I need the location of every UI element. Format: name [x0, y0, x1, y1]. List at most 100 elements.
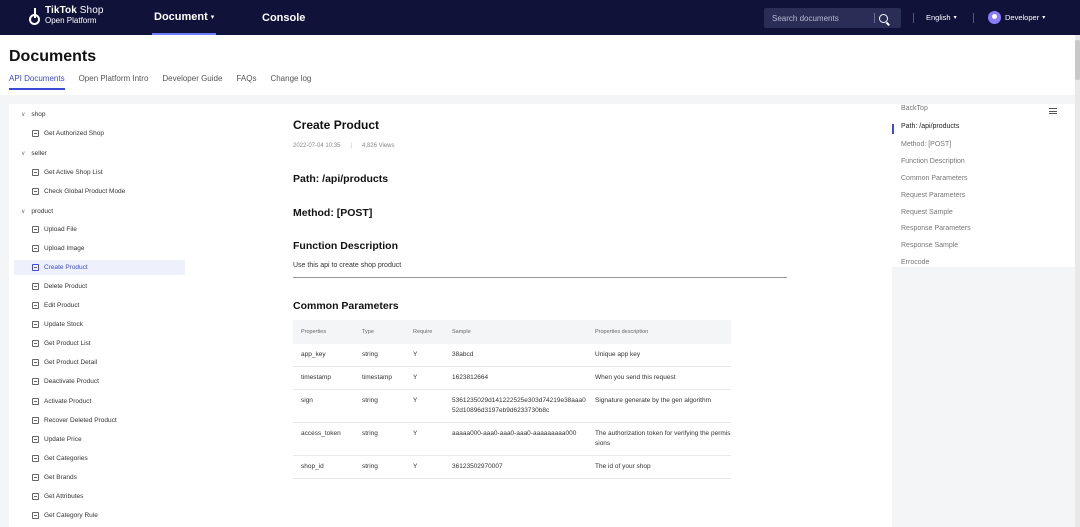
- sidebar-item[interactable]: Get Active Shop List: [14, 165, 185, 180]
- sidebar-group-shop[interactable]: ∨ shop: [21, 111, 46, 118]
- sidebar-group-seller[interactable]: ∨ seller: [21, 150, 47, 157]
- search-input[interactable]: [764, 13, 874, 23]
- sidebar-group-product[interactable]: ∨ product: [21, 208, 53, 215]
- chevron-down-icon: ▾: [1042, 15, 1046, 21]
- sidebar-item[interactable]: Recover Deleted Product: [14, 413, 185, 428]
- document-icon: [32, 169, 39, 176]
- language-selector[interactable]: English ▾: [926, 0, 957, 35]
- sidebar-item[interactable]: Get Attributes: [14, 489, 185, 504]
- sidebar-item-label: Upload File: [44, 226, 77, 233]
- table-cell: string: [354, 344, 405, 368]
- sidebar-item-label: Get Category Rule: [44, 512, 98, 519]
- table-cell: app_key: [293, 344, 354, 368]
- chevron-down-icon: ▾: [953, 15, 957, 21]
- sidebar-item-label: Edit Product: [44, 302, 80, 309]
- api-sidebar: ∨ shop Get Authorized Shop ∨ seller Get Ac…: [9, 104, 189, 527]
- scrollbar-thumb[interactable]: [1075, 40, 1080, 80]
- sidebar-item[interactable]: Get Authorized Shop: [14, 126, 185, 141]
- sidebar-item-label: Get Authorized Shop: [44, 130, 104, 137]
- sidebar-group-label: product: [31, 208, 54, 215]
- sidebar-item[interactable]: Update Price: [14, 432, 185, 447]
- toc-item-path[interactable]: Path: /api/products: [901, 123, 959, 130]
- table-cell: Signature generate by the gen algorithm: [587, 389, 731, 424]
- toc-item[interactable]: Method: [POST]: [901, 141, 951, 148]
- top-navbar: TikTok Shop Open Platform Document ▾ Con…: [0, 0, 1080, 35]
- doc-meta: 2022-07-04 10:35 | 4,826 Views: [293, 143, 395, 149]
- document-icon: [32, 398, 39, 405]
- tab-faqs[interactable]: FAQs: [236, 74, 256, 90]
- sidebar-item[interactable]: Upload File: [14, 222, 185, 237]
- tiktok-shop-logo[interactable]: TikTok Shop Open Platform: [27, 6, 104, 25]
- table-row: sign string Y 5361235029d141222525e303d7…: [293, 389, 731, 424]
- document-icon: [32, 436, 39, 443]
- sidebar-item-label: Get Categories: [44, 455, 88, 462]
- doc-content: Create Product 2022-07-04 10:35 | 4,826 …: [189, 104, 892, 527]
- toc-item[interactable]: Common Parameters: [901, 175, 968, 182]
- table-row: timestamp timestamp Y 1623812664 When yo…: [293, 366, 731, 391]
- search-divider: [874, 13, 875, 23]
- sidebar-item[interactable]: Upload Image: [14, 241, 185, 256]
- document-icon: [32, 359, 39, 366]
- nav-document[interactable]: Document ▾: [152, 0, 217, 35]
- sidebar-item-label: Get Product List: [44, 340, 91, 347]
- sidebar-item[interactable]: Activate Product: [14, 394, 185, 409]
- column-header: Type: [354, 320, 405, 344]
- document-icon: [32, 283, 39, 290]
- sidebar-item-label: Check Global Product Mode: [44, 188, 126, 195]
- document-icon: [32, 512, 39, 519]
- page-scrollbar[interactable]: [1075, 35, 1080, 527]
- path-heading: Path: /api/products: [293, 173, 389, 185]
- table-row: shop_id string Y 36123502970007 The id o…: [293, 455, 731, 480]
- sidebar-item[interactable]: Update Stock: [14, 317, 185, 332]
- document-icon: [32, 226, 39, 233]
- table-cell: 36123502970007: [444, 455, 587, 480]
- sidebar-item-label: Get Brands: [44, 474, 77, 481]
- meta-separator: |: [350, 143, 352, 149]
- document-icon: [32, 340, 39, 347]
- sidebar-item-label: Activate Product: [44, 398, 92, 405]
- toc-item[interactable]: Function Description: [901, 158, 965, 165]
- table-cell: Y: [405, 366, 444, 391]
- content-title: Create Product: [293, 118, 380, 132]
- common-params-heading: Common Parameters: [293, 300, 399, 312]
- sidebar-item-create-product[interactable]: Create Product: [14, 260, 185, 275]
- tab-api-documents[interactable]: API Documents: [9, 74, 65, 90]
- tab-developer-guide[interactable]: Developer Guide: [162, 74, 222, 90]
- sidebar-item[interactable]: Deactivate Product: [14, 374, 185, 389]
- sidebar-item[interactable]: Check Global Product Mode: [14, 184, 185, 199]
- table-header-row: Properties Type Require Sample Propertie…: [293, 320, 731, 344]
- sidebar-item[interactable]: Get Category Rule: [14, 508, 185, 523]
- sidebar-item-label: Update Stock: [44, 321, 84, 328]
- nav-console[interactable]: Console: [262, 0, 305, 35]
- table-cell: The id of your shop: [587, 455, 731, 480]
- table-cell: aaaaa000-aaa0-aaa0-aaa0-aaaaaaaaa000: [444, 422, 587, 457]
- user-name: Developer: [1005, 13, 1040, 22]
- sidebar-item[interactable]: Edit Product: [14, 298, 185, 313]
- divider: [293, 277, 787, 278]
- user-menu[interactable]: Developer ▾: [988, 0, 1045, 35]
- toc-item[interactable]: Response Sample: [901, 242, 958, 249]
- nav-divider: [913, 13, 914, 23]
- table-cell: timestamp: [354, 366, 405, 391]
- tab-change-log[interactable]: Change log: [270, 74, 311, 90]
- tab-open-platform-intro[interactable]: Open Platform Intro: [79, 74, 149, 90]
- chevron-down-icon: ▾: [210, 13, 215, 21]
- toc-item[interactable]: BackTop: [901, 105, 928, 112]
- sidebar-item[interactable]: Get Brands: [14, 470, 185, 485]
- toc-item[interactable]: Response Parameters: [901, 225, 971, 232]
- sidebar-item[interactable]: Get Product Detail: [14, 355, 185, 370]
- sidebar-item-label: Upload Image: [44, 245, 85, 252]
- document-icon: [32, 130, 39, 137]
- sidebar-item[interactable]: Delete Product: [14, 279, 185, 294]
- toc-item[interactable]: Request Parameters: [901, 192, 965, 199]
- toc-item[interactable]: Request Sample: [901, 209, 953, 216]
- toc-item[interactable]: Errocode: [901, 259, 929, 266]
- logo-subtitle: Open Platform: [45, 16, 97, 25]
- search-icon[interactable]: [879, 13, 888, 23]
- sidebar-item[interactable]: Get Categories: [14, 451, 185, 466]
- chevron-down-icon: ∨: [21, 209, 26, 215]
- avatar: [988, 11, 1001, 24]
- list-icon[interactable]: [1049, 108, 1057, 114]
- document-icon: [32, 493, 39, 500]
- sidebar-item[interactable]: Get Product List: [14, 336, 185, 351]
